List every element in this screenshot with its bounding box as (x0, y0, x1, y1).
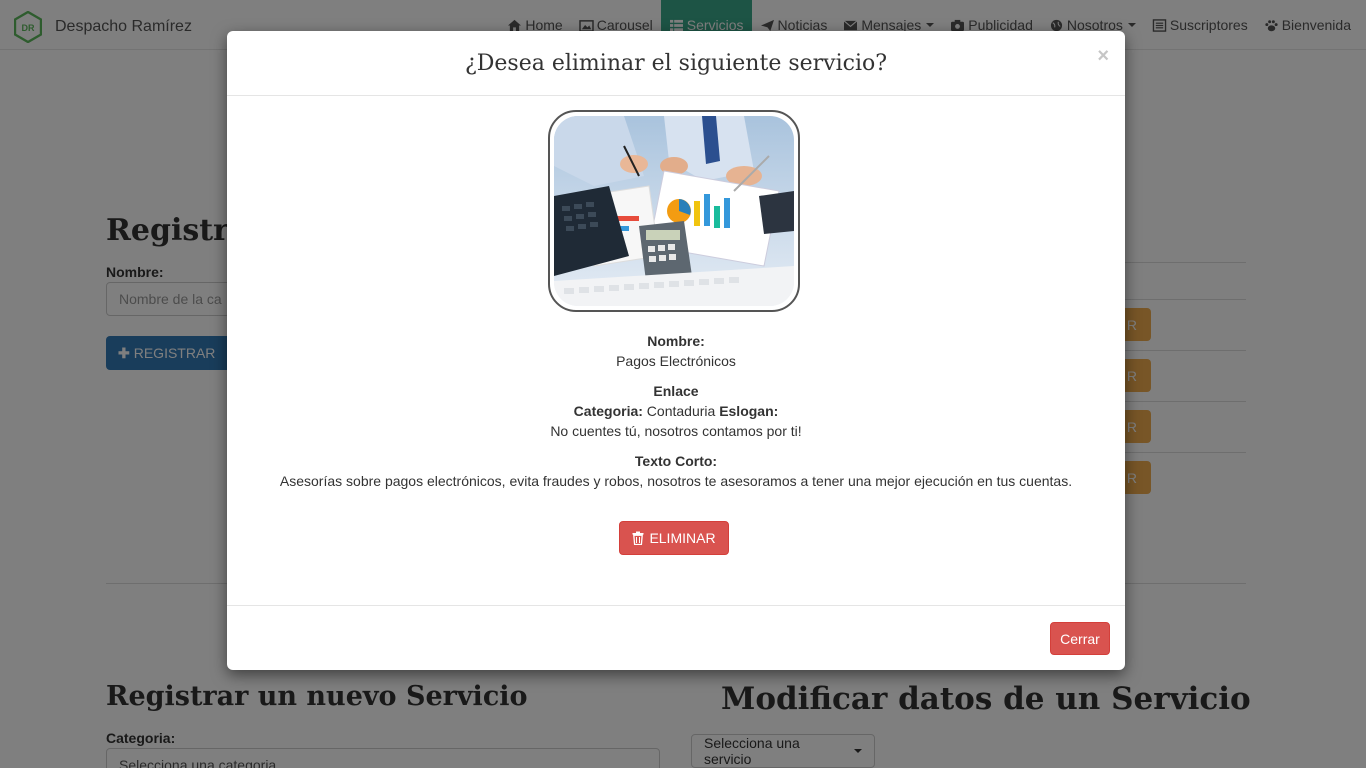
link-label: Enlace (653, 383, 699, 399)
delete-button[interactable]: ELIMINAR (619, 521, 729, 555)
delete-service-modal: ¿Desea eliminar el siguiente servicio? × (227, 31, 1125, 670)
modal-footer: Cerrar (227, 605, 1125, 670)
delete-button-label: ELIMINAR (649, 530, 716, 546)
name-value: Pagos Electrónicos (616, 353, 736, 369)
slogan-label: Eslogan: (719, 403, 779, 419)
close-icon[interactable]: × (1097, 45, 1109, 68)
name-label: Nombre: (647, 333, 705, 349)
slogan-value: No cuentes tú, nosotros contamos por ti! (550, 423, 802, 439)
short-text-block: Texto Corto: Asesorías sobre pagos elect… (227, 451, 1125, 491)
category-slogan-line: Categoria: Contaduria Eslogan: (227, 401, 1125, 421)
modal-title: ¿Desea eliminar el siguiente servicio? (464, 50, 888, 76)
trash-icon (632, 531, 644, 545)
short-text-value: Asesorías sobre pagos electrónicos, evit… (279, 473, 1073, 489)
accounting-photo (554, 116, 794, 306)
category-value: Contaduria (646, 403, 716, 419)
service-link-block: Enlace Categoria: Contaduria Eslogan: No… (227, 381, 1125, 441)
short-text-label: Texto Corto: (634, 453, 718, 469)
modal-header: ¿Desea eliminar el siguiente servicio? × (227, 31, 1125, 96)
service-name-block: Nombre: Pagos Electrónicos (227, 331, 1125, 371)
close-button[interactable]: Cerrar (1050, 622, 1110, 655)
service-image (548, 110, 800, 312)
modal-body: Nombre: Pagos Electrónicos Enlace Catego… (227, 96, 1125, 605)
category-label: Categoria: (573, 403, 643, 419)
